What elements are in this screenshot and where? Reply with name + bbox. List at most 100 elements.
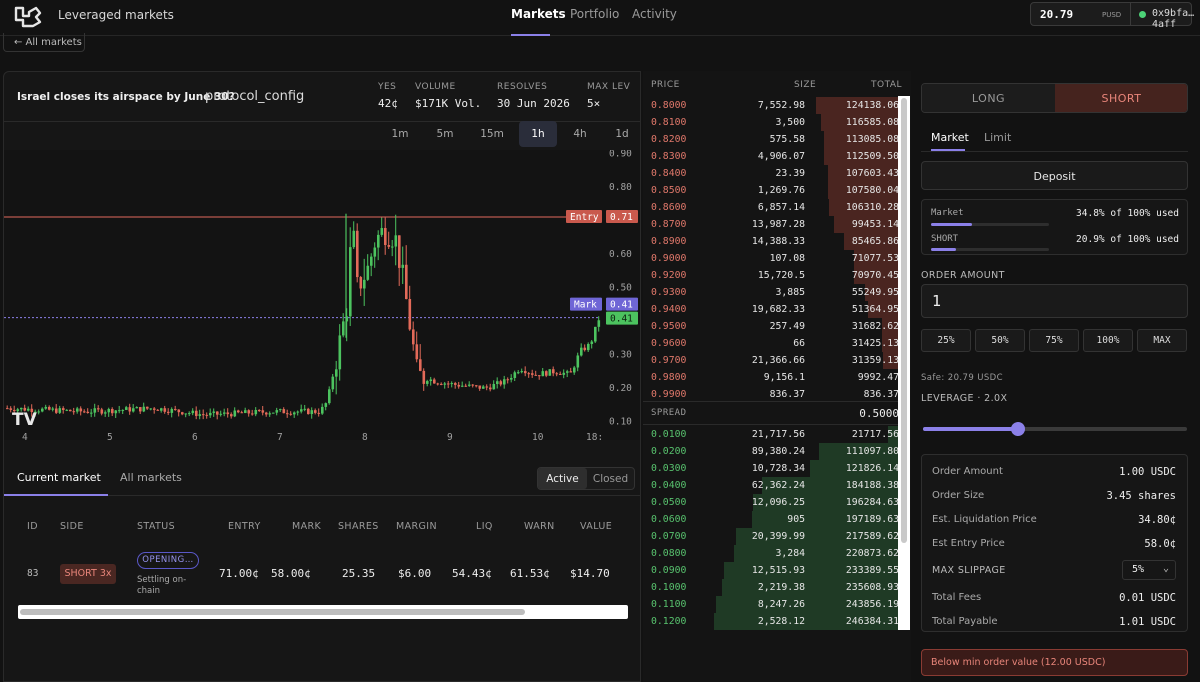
bid-row[interactable]: 0.0400 62,362.24 184188.38 <box>643 477 905 494</box>
price-chart-svg[interactable]: 0.90 0.80 0.60 0.50 0.30 0.20 0.10 4 5 6 7 8 9 10 18: E… <box>4 150 640 440</box>
ask-row[interactable]: 0.9600 66 31425.13 <box>643 335 905 352</box>
pct-75-button[interactable]: 75% <box>1029 329 1079 352</box>
app-logo-icon[interactable] <box>14 5 42 29</box>
ob-size: 10,728.34 <box>751 463 805 474</box>
y-tick-label: 0.50 <box>609 282 632 293</box>
bid-row[interactable]: 0.0100 21,717.56 21717.56 <box>643 426 905 443</box>
ask-row[interactable]: 0.8000 7,552.98 124138.06 <box>643 97 905 114</box>
usage-bar-fill <box>931 248 956 251</box>
ask-row[interactable]: 0.9300 3,885 55249.95 <box>643 284 905 301</box>
ob-col-total: TOTAL <box>871 80 903 90</box>
candle-body <box>254 410 258 415</box>
ob-price: 0.0800 <box>651 548 687 559</box>
timeframe-1m[interactable]: 1m <box>381 121 419 147</box>
candle-body <box>422 370 426 384</box>
slippage-select[interactable]: 5% ⌄ <box>1122 560 1176 580</box>
ob-col-size: SIZE <box>794 80 817 90</box>
candle-body <box>559 373 562 375</box>
ask-row[interactable]: 0.8900 14,388.33 85465.86 <box>643 233 905 250</box>
bid-row[interactable]: 0.1100 8,247.26 243856.19 <box>643 596 905 613</box>
entry-line-label: Entry <box>570 212 599 223</box>
candle-body <box>328 389 331 404</box>
ob-price: 0.0300 <box>651 463 687 474</box>
candle-body <box>366 265 370 280</box>
ask-row[interactable]: 0.9500 257.49 31682.62 <box>643 318 905 335</box>
short-button[interactable]: SHORT <box>1055 84 1187 112</box>
timeframe-4h[interactable]: 4h <box>561 121 599 147</box>
candle-body <box>321 406 324 414</box>
ask-row[interactable]: 0.9200 15,720.5 70970.45 <box>643 267 905 284</box>
ask-row[interactable]: 0.9800 9,156.1 9992.47 <box>643 369 905 386</box>
position-warn: 61.53¢ <box>510 567 550 580</box>
pct-50-button[interactable]: 50% <box>975 329 1025 352</box>
bid-row[interactable]: 0.0500 12,096.25 196284.63 <box>643 494 905 511</box>
ask-row[interactable]: 0.9700 21,366.66 31359.13 <box>643 352 905 369</box>
order-amount-input[interactable]: 1 <box>921 284 1188 318</box>
bid-row[interactable]: 0.0800 3,284 220873.62 <box>643 545 905 562</box>
scrollbar-thumb[interactable] <box>20 609 525 615</box>
tab-all-markets[interactable]: All markets <box>120 471 182 484</box>
pct-25-button[interactable]: 25% <box>921 329 971 352</box>
leverage-slider-handle[interactable] <box>1011 422 1026 436</box>
ask-row[interactable]: 0.8500 1,269.76 107580.04 <box>643 182 905 199</box>
connected-dot-icon <box>1139 11 1146 18</box>
scrollbar-thumb[interactable] <box>901 98 907 543</box>
order-type-limit[interactable]: Limit <box>984 131 1011 144</box>
order-type-market[interactable]: Market <box>931 131 969 144</box>
candle-body <box>237 410 240 413</box>
usage-label: SHORT <box>931 234 959 244</box>
slippage-value: 5% <box>1132 564 1145 575</box>
nav-markets[interactable]: Markets <box>511 7 566 21</box>
ob-total: 99453.14 <box>851 219 899 230</box>
candle-body <box>356 230 359 278</box>
back-to-all-markets-button[interactable]: ← All markets <box>3 33 85 52</box>
bid-row[interactable]: 0.1000 2,219.38 235608.93 <box>643 579 905 596</box>
deposit-button[interactable]: Deposit <box>921 161 1188 190</box>
leverage-slider[interactable] <box>923 422 1187 436</box>
filter-active-button[interactable]: Active <box>538 468 587 489</box>
candle-body <box>531 373 534 375</box>
position-entry: 71.00¢ <box>219 567 259 580</box>
pct-max-button[interactable]: MAX <box>1137 329 1187 352</box>
ob-size: 2,219.38 <box>757 582 805 593</box>
candle-body <box>149 408 153 410</box>
ask-row[interactable]: 0.8400 23.39 107603.43 <box>643 165 905 182</box>
wallet-button[interactable]: 20.79 PUSD 0x9bfa…4aff <box>1030 2 1194 30</box>
timeframe-5m[interactable]: 5m <box>426 121 464 147</box>
order-book-scrollbar[interactable] <box>898 96 910 630</box>
candle-body <box>447 383 450 385</box>
ask-row[interactable]: 0.8300 4,906.07 112509.50 <box>643 148 905 165</box>
nav-activity[interactable]: Activity <box>632 7 677 21</box>
ask-row[interactable]: 0.9000 107.08 71077.53 <box>643 250 905 267</box>
table-horizontal-scrollbar[interactable] <box>18 605 628 619</box>
candle-body <box>72 411 76 413</box>
nav-portfolio[interactable]: Portfolio <box>570 7 619 21</box>
timeframe-1d[interactable]: 1d <box>603 121 641 147</box>
bid-row[interactable]: 0.1200 2,528.12 246384.31 <box>643 613 905 630</box>
bid-row[interactable]: 0.0300 10,728.34 121826.14 <box>643 460 905 477</box>
ask-row[interactable]: 0.8700 13,987.28 99453.14 <box>643 216 905 233</box>
pct-100-button[interactable]: 100% <box>1083 329 1133 352</box>
ob-size: 14,388.33 <box>751 236 805 247</box>
bid-row[interactable]: 0.0900 12,515.93 233389.55 <box>643 562 905 579</box>
ask-row[interactable]: 0.9400 19,682.33 51364.95 <box>643 301 905 318</box>
position-shares: 25.35 <box>342 567 376 580</box>
ob-price: 0.9200 <box>651 270 687 281</box>
ask-row[interactable]: 0.8100 3,500 116585.08 <box>643 114 905 131</box>
tab-current-market[interactable]: Current market <box>17 471 101 484</box>
candle-body <box>111 408 114 414</box>
price-chart[interactable]: 0.90 0.80 0.60 0.50 0.30 0.20 0.10 4 5 6 7 8 9 10 18: E… <box>4 150 640 440</box>
timeframe-15m[interactable]: 15m <box>473 121 511 147</box>
bid-row[interactable]: 0.0600 905 197189.63 <box>643 511 905 528</box>
bid-row[interactable]: 0.0200 89,380.24 111097.80 <box>643 443 905 460</box>
long-button[interactable]: LONG <box>922 84 1055 112</box>
ask-row[interactable]: 0.8600 6,857.14 106310.28 <box>643 199 905 216</box>
ob-total: 197189.63 <box>845 514 899 525</box>
bid-row[interactable]: 0.0700 20,399.99 217589.62 <box>643 528 905 545</box>
timeframe-1h[interactable]: 1h <box>519 121 557 147</box>
ask-row[interactable]: 0.8200 575.58 113085.08 <box>643 131 905 148</box>
y-tick-label: 0.20 <box>609 383 632 394</box>
candle-body <box>384 228 387 245</box>
candle-body <box>272 412 275 414</box>
filter-closed-button[interactable]: Closed <box>587 468 634 489</box>
